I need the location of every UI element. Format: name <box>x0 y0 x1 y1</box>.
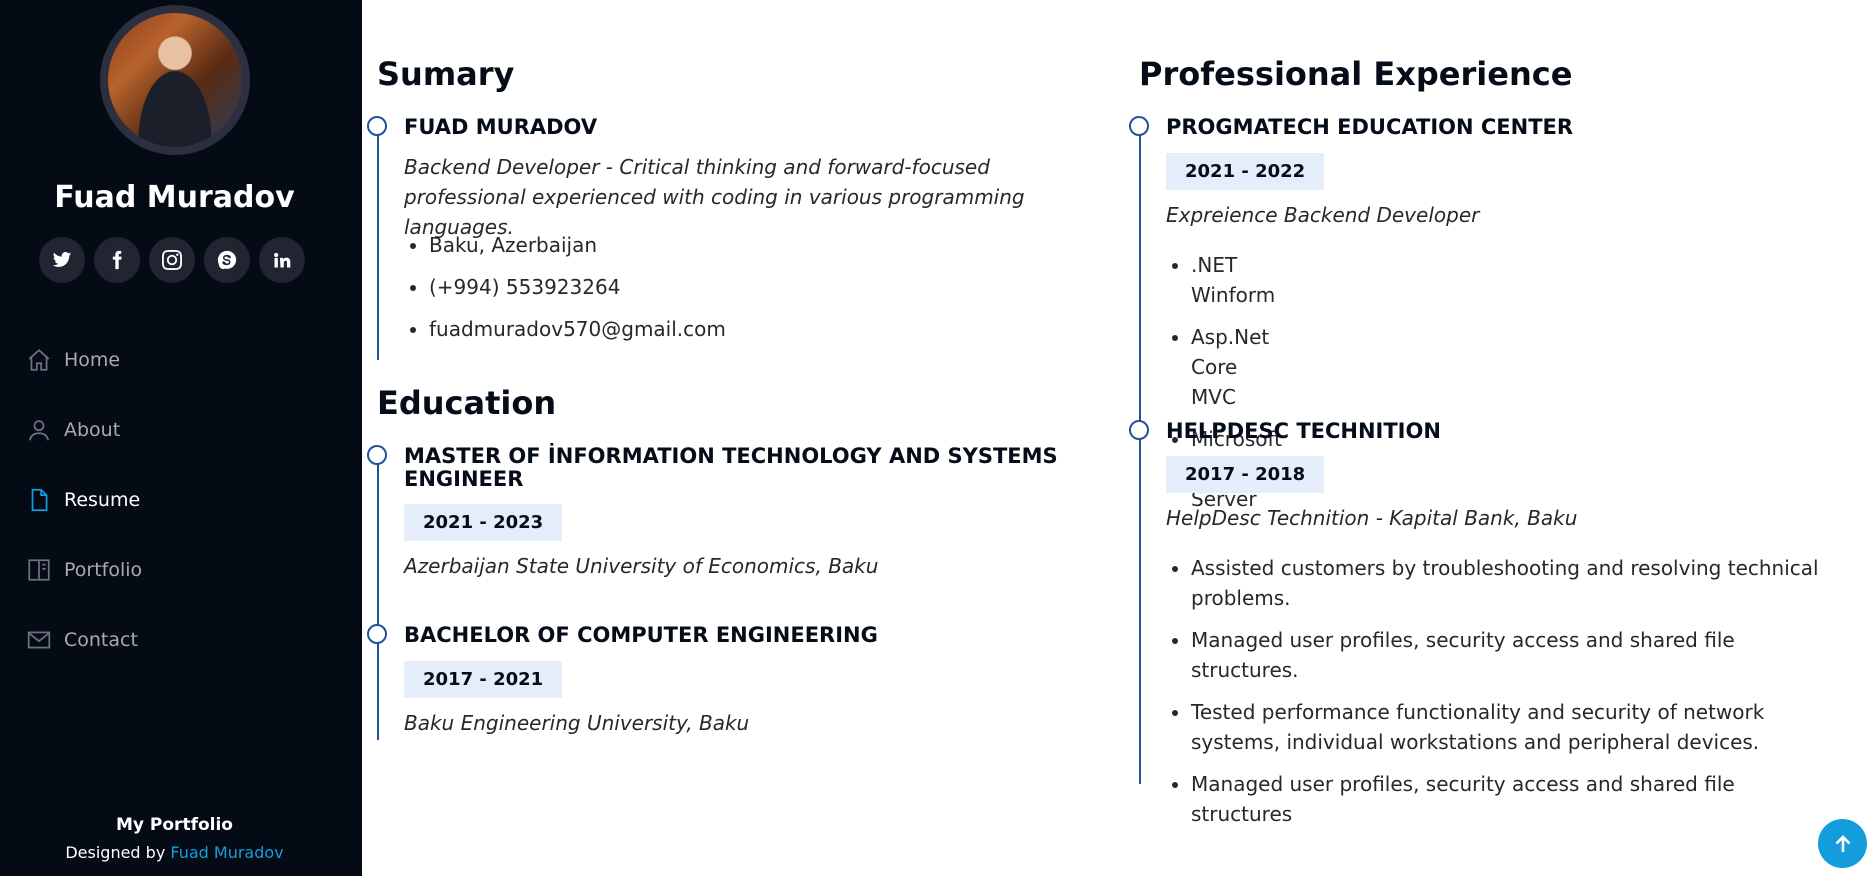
experience-timeline <box>1139 118 1141 784</box>
timeline-dot <box>367 624 387 644</box>
education-title-1: MASTER OF İNFORMATION TECHNOLOGY AND SYS… <box>404 444 1058 491</box>
education-date-2: 2017 - 2021 <box>404 661 563 698</box>
instagram-icon[interactable] <box>149 237 195 283</box>
user-icon <box>26 417 52 443</box>
experience-title-1: PROGMATECH EDUCATION CENTER <box>1166 115 1574 139</box>
nav-label: About <box>64 419 121 441</box>
nav-item-contact[interactable]: Contact <box>0 605 362 675</box>
list-item: Managed user profiles, security access a… <box>1191 769 1841 829</box>
education-title-2: BACHELOR OF COMPUTER ENGINEERING <box>404 623 878 647</box>
experience-title: Professional Experience <box>1139 55 1573 93</box>
list-item: Managed user profiles, security access a… <box>1191 625 1841 685</box>
experience-date-2: 2017 - 2018 <box>1166 456 1325 493</box>
author-link[interactable]: Fuad Muradov <box>170 843 283 862</box>
social-links <box>39 237 305 283</box>
nav-item-home[interactable]: Home <box>0 325 362 395</box>
list-item: Assisted customers by troubleshooting an… <box>1191 553 1841 613</box>
nav-label: Portfolio <box>64 559 143 581</box>
timeline-dot <box>367 116 387 136</box>
list-item: .NET Winform <box>1191 250 1282 310</box>
summary-name: FUAD MURADOV <box>404 115 598 139</box>
file-icon <box>26 487 52 513</box>
nav-label: Home <box>64 349 121 371</box>
experience-list-2: Assisted customers by troubleshooting an… <box>1191 553 1841 841</box>
timeline-dot <box>1129 420 1149 440</box>
summary-title: Sumary <box>377 55 515 93</box>
linkedin-icon[interactable] <box>259 237 305 283</box>
list-item: Asp.Net Core MVC <box>1191 322 1282 412</box>
list-item: (+994) 553923264 <box>429 272 726 302</box>
footer: My Portfolio Designed by Fuad Muradov <box>0 815 349 862</box>
timeline-dot <box>1129 116 1149 136</box>
nav-item-resume[interactable]: Resume <box>0 465 362 535</box>
summary-list: Baku, Azerbaijan (+994) 553923264 fuadmu… <box>429 230 726 356</box>
nav-item-portfolio[interactable]: Portfolio <box>0 535 362 605</box>
nav-label: Resume <box>64 489 141 511</box>
timeline-dot <box>367 445 387 465</box>
nav-item-about[interactable]: About <box>0 395 362 465</box>
experience-desc-2: HelpDesc Technition - Kapital Bank, Baku <box>1166 506 1578 530</box>
credit-text: Designed by <box>65 843 171 862</box>
main-nav: Home About Resume Portfolio Contact <box>0 325 362 675</box>
nav-label: Contact <box>64 629 138 651</box>
summary-timeline <box>377 118 379 360</box>
footer-brand: My Portfolio <box>116 815 233 835</box>
experience-title-2: HELPDESC TECHNITION <box>1166 419 1441 443</box>
list-item: Baku, Azerbaijan <box>429 230 726 260</box>
sidebar: Fuad Muradov Home About Resume Portfolio… <box>0 0 362 876</box>
footer-credit: Designed by Fuad Muradov <box>0 843 349 862</box>
list-item: fuadmuradov570@gmail.com <box>429 314 726 344</box>
education-title: Education <box>377 384 557 422</box>
education-date-1: 2021 - 2023 <box>404 504 563 541</box>
education-desc-2: Baku Engineering University, Baku <box>404 711 750 735</box>
experience-date-1: 2021 - 2022 <box>1166 153 1325 190</box>
summary-desc: Backend Developer - Critical thinking an… <box>404 155 1025 239</box>
home-icon <box>26 347 52 373</box>
education-timeline <box>377 447 379 740</box>
profile-name: Fuad Muradov <box>54 180 295 215</box>
book-icon <box>26 557 52 583</box>
back-to-top-button[interactable] <box>1818 819 1867 868</box>
arrow-up-icon <box>1835 834 1850 852</box>
avatar <box>100 5 250 155</box>
experience-desc-1: Expreience Backend Developer <box>1166 203 1480 227</box>
envelope-icon <box>26 627 52 653</box>
list-item: Tested performance functionality and sec… <box>1191 697 1841 757</box>
twitter-icon[interactable] <box>39 237 85 283</box>
education-desc-1: Azerbaijan State University of Economics… <box>404 554 879 578</box>
facebook-icon[interactable] <box>94 237 140 283</box>
skype-icon[interactable] <box>204 237 250 283</box>
